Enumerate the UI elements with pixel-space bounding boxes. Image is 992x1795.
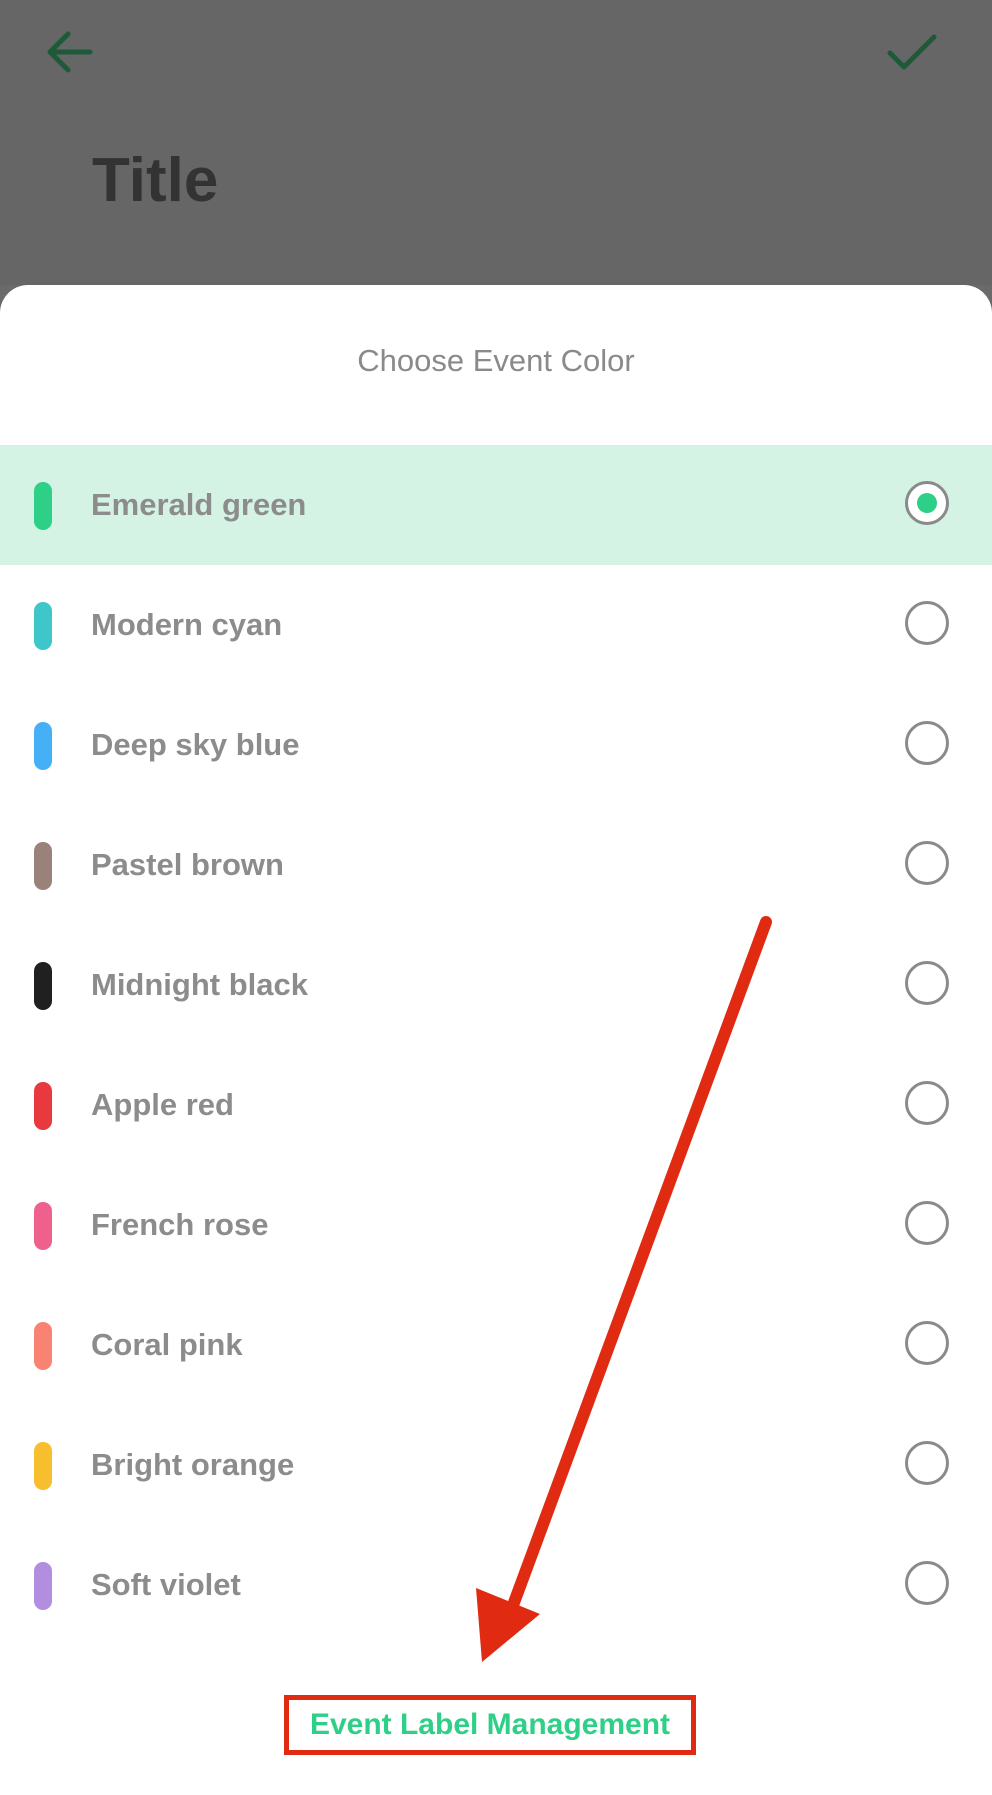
confirm-button[interactable] — [880, 22, 944, 82]
back-button[interactable] — [38, 24, 102, 80]
event-label-management-link[interactable]: Event Label Management — [284, 1695, 696, 1755]
color-option-row[interactable]: Pastel brown — [0, 805, 992, 925]
radio-button[interactable] — [905, 1201, 949, 1245]
color-option-row[interactable]: Modern cyan — [0, 565, 992, 685]
radio-button[interactable] — [905, 601, 949, 645]
color-option-row[interactable]: Midnight black — [0, 925, 992, 1045]
radio-button[interactable] — [905, 961, 949, 1005]
radio-button[interactable] — [905, 1441, 949, 1485]
color-option-label: French rose — [91, 1207, 269, 1242]
radio-button[interactable] — [905, 841, 949, 885]
color-swatch — [34, 1202, 52, 1250]
page-title[interactable]: Title — [92, 150, 218, 212]
radio-button[interactable] — [905, 1081, 949, 1125]
color-option-label: Soft violet — [91, 1567, 241, 1602]
top-app-bar: Title — [0, 0, 992, 285]
color-swatch — [34, 1562, 52, 1610]
color-swatch — [34, 602, 52, 650]
checkmark-icon — [887, 34, 937, 70]
color-swatch — [34, 842, 52, 890]
radio-button-selected[interactable] — [905, 481, 949, 525]
color-swatch — [34, 1442, 52, 1490]
color-swatch — [34, 1322, 52, 1370]
radio-button[interactable] — [905, 1561, 949, 1605]
color-list: Emerald green Modern cyan Deep sky blue Pas… — [0, 445, 992, 1645]
color-option-label: Deep sky blue — [91, 727, 300, 762]
color-option-row[interactable]: French rose — [0, 1165, 992, 1285]
color-picker-sheet: Choose Event Color Emerald green Modern c… — [0, 285, 992, 1795]
color-option-label: Coral pink — [91, 1327, 243, 1362]
color-option-row[interactable]: Coral pink — [0, 1285, 992, 1405]
color-swatch — [34, 482, 52, 530]
radio-dot-icon — [917, 493, 937, 513]
arrow-left-icon — [47, 31, 93, 73]
color-option-label: Emerald green — [91, 487, 307, 522]
event-label-management-label: Event Label Management — [309, 1708, 671, 1741]
color-option-row[interactable]: Soft violet — [0, 1525, 992, 1645]
sheet-title: Choose Event Color — [357, 343, 635, 378]
color-option-label: Midnight black — [91, 967, 308, 1002]
color-swatch — [34, 722, 52, 770]
radio-button[interactable] — [905, 721, 949, 765]
color-option-label: Pastel brown — [91, 847, 284, 882]
color-option-row[interactable]: Bright orange — [0, 1405, 992, 1525]
color-swatch — [34, 962, 52, 1010]
color-option-label: Bright orange — [91, 1447, 295, 1482]
color-option-label: Apple red — [91, 1087, 234, 1122]
color-swatch — [34, 1082, 52, 1130]
radio-button[interactable] — [905, 1321, 949, 1365]
color-option-row[interactable]: Emerald green — [0, 445, 992, 565]
color-option-row[interactable]: Deep sky blue — [0, 685, 992, 805]
color-option-row[interactable]: Apple red — [0, 1045, 992, 1165]
color-option-label: Modern cyan — [91, 607, 283, 642]
